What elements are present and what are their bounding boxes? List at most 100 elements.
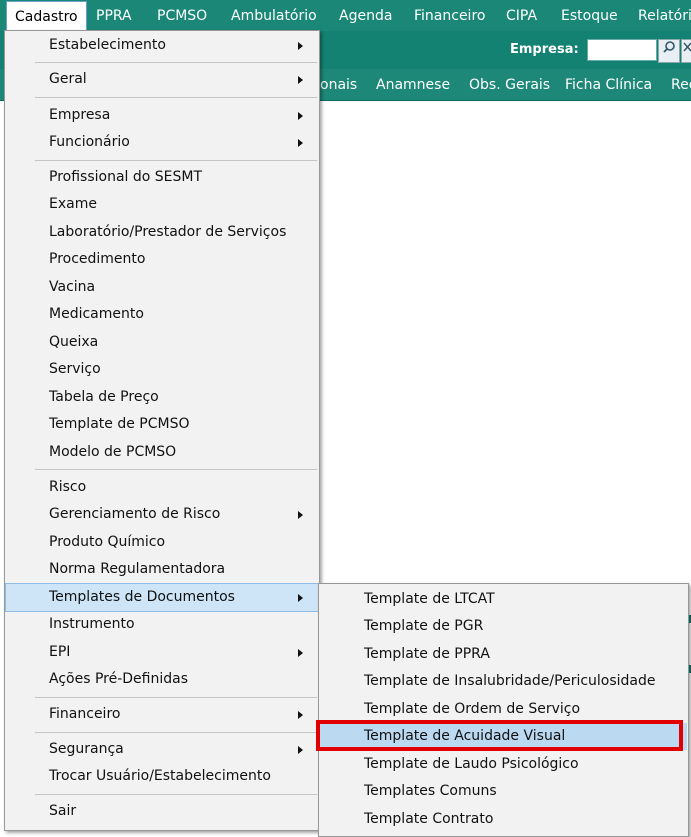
menu-item-label: Trocar Usuário/Estabelecimento (49, 768, 271, 784)
menu-item-label: Template de PCMSO (49, 416, 190, 432)
submenu-item-template-contrato[interactable]: Template Contrato (320, 806, 687, 833)
menu-item-empresa[interactable]: Empresa (6, 102, 318, 129)
menu-item-exame[interactable]: Exame (6, 191, 318, 218)
tab-ocupacionais[interactable]: onais (320, 69, 357, 100)
menu-item-label: Empresa (49, 107, 111, 123)
submenu-item-ordem-servico[interactable]: Template de Ordem de Serviço (320, 696, 687, 723)
submenu-arrow-icon (298, 594, 303, 602)
submenu-item-label: Template de LTCAT (364, 591, 495, 607)
submenu-arrow-icon (298, 139, 303, 147)
menubar-financeiro[interactable]: Financeiro (414, 0, 485, 31)
menu-item-modelo-pcmso[interactable]: Modelo de PCMSO (6, 439, 318, 466)
empresa-label: Empresa: (510, 42, 579, 57)
menubar-agenda[interactable]: Agenda (339, 0, 392, 31)
submenu-item-acuidade-visual[interactable]: Template de Acuidade Visual (320, 723, 687, 750)
tab-rec[interactable]: Rec (671, 69, 691, 100)
menu-item-label: EPI (49, 644, 71, 660)
cadastro-dropdown-menu: Estabelecimento Geral Empresa Funcionári… (4, 30, 320, 831)
menu-separator (35, 732, 317, 733)
tab-anamnese[interactable]: Anamnese (376, 69, 450, 100)
menu-item-funcionario[interactable]: Funcionário (6, 129, 318, 156)
menubar-cadastro[interactable]: Cadastro (6, 1, 87, 32)
menu-separator (35, 697, 317, 698)
menu-item-label: Procedimento (49, 251, 146, 267)
menu-separator (35, 794, 317, 795)
menu-item-label: Geral (49, 71, 87, 87)
submenu-item-label: Template de Acuidade Visual (364, 728, 566, 744)
search-icon[interactable] (658, 39, 680, 63)
x-icon[interactable] (681, 39, 691, 63)
menu-item-epi[interactable]: EPI (6, 639, 318, 666)
menu-item-profissional-sesmt[interactable]: Profissional do SESMT (6, 164, 318, 191)
menu-item-label: Financeiro (49, 706, 121, 722)
menu-item-gerenciamento-risco[interactable]: Gerenciamento de Risco (6, 501, 318, 528)
menu-item-label: Exame (49, 196, 97, 212)
menu-item-label: Serviço (49, 361, 101, 377)
submenu-item-label: Template de PGR (364, 618, 484, 634)
submenu-arrow-icon (298, 649, 303, 657)
submenu-item-ltcat[interactable]: Template de LTCAT (320, 586, 687, 613)
menu-separator (35, 469, 317, 470)
submenu-arrow-icon (298, 76, 303, 84)
menu-item-produto-quimico[interactable]: Produto Químico (6, 529, 318, 556)
menu-item-sair[interactable]: Sair (6, 798, 318, 825)
tab-ficha-clinica[interactable]: Ficha Clínica (565, 69, 652, 100)
menu-item-risco[interactable]: Risco (6, 474, 318, 501)
menubar-ambulatorio[interactable]: Ambulatório (231, 0, 317, 31)
menu-item-tabela-preco[interactable]: Tabela de Preço (6, 384, 318, 411)
submenu-item-label: Template de Ordem de Serviço (364, 701, 581, 717)
menubar-relatorio[interactable]: Relatório (638, 0, 691, 31)
submenu-item-laudo-psicologico[interactable]: Template de Laudo Psicológico (320, 751, 687, 778)
menu-item-procedimento[interactable]: Procedimento (6, 246, 318, 273)
menu-item-vacina[interactable]: Vacina (6, 274, 318, 301)
menu-item-geral[interactable]: Geral (6, 66, 318, 93)
menu-item-label: Estabelecimento (49, 37, 166, 53)
submenu-arrow-icon (298, 711, 303, 719)
menu-item-label: Tabela de Preço (49, 389, 159, 405)
submenu-item-templates-comuns[interactable]: Templates Comuns (320, 778, 687, 805)
menubar-cipa[interactable]: CIPA (506, 0, 537, 31)
menu-item-label: Sair (49, 803, 77, 819)
menu-item-servico[interactable]: Serviço (6, 356, 318, 383)
menubar-estoque[interactable]: Estoque (561, 0, 618, 31)
menu-item-acoes-pre-definidas[interactable]: Ações Pré-Definidas (6, 666, 318, 693)
menu-item-label: Ações Pré-Definidas (49, 671, 188, 687)
menu-item-medicamento[interactable]: Medicamento (6, 301, 318, 328)
menu-item-label: Funcionário (49, 134, 130, 150)
menu-separator (35, 97, 317, 98)
submenu-item-label: Template de Insalubridade/Periculosidade (364, 673, 656, 689)
menubar-pcmso[interactable]: PCMSO (157, 0, 207, 31)
menu-item-trocar-usuario[interactable]: Trocar Usuário/Estabelecimento (6, 763, 318, 790)
submenu-item-label: Template de PPRA (364, 646, 490, 662)
menu-item-templates-documentos[interactable]: Templates de Documentos (5, 583, 319, 612)
submenu-arrow-icon (298, 112, 303, 120)
submenu-item-label: Template de Laudo Psicológico (364, 756, 579, 772)
menu-item-instrumento[interactable]: Instrumento (6, 611, 318, 638)
submenu-arrow-icon (298, 42, 303, 50)
menubar-ppra[interactable]: PPRA (96, 0, 132, 31)
submenu-item-label: Template Contrato (364, 811, 494, 827)
menu-item-norma-regulamentadora[interactable]: Norma Regulamentadora (6, 556, 318, 583)
menu-item-template-pcmso[interactable]: Template de PCMSO (6, 411, 318, 438)
menu-item-label: Segurança (49, 741, 124, 757)
menu-item-queixa[interactable]: Queixa (6, 329, 318, 356)
menu-item-label: Risco (49, 479, 87, 495)
submenu-item-label: Templates Comuns (364, 783, 497, 799)
menu-item-label: Medicamento (49, 306, 144, 322)
menu-separator (35, 62, 317, 63)
menu-separator (35, 160, 317, 161)
submenu-item-ppra[interactable]: Template de PPRA (320, 641, 687, 668)
menu-item-financeiro[interactable]: Financeiro (6, 701, 318, 728)
submenu-arrow-icon (298, 511, 303, 519)
main-menubar: Cadastro PPRA PCMSO Ambulatório Agenda F… (0, 0, 691, 32)
menu-item-seguranca[interactable]: Segurança (6, 736, 318, 763)
templates-documentos-submenu: Template de LTCAT Template de PGR Templa… (318, 583, 689, 837)
submenu-item-pgr[interactable]: Template de PGR (320, 613, 687, 640)
empresa-input[interactable] (587, 39, 657, 61)
tab-obs-gerais[interactable]: Obs. Gerais (469, 69, 550, 100)
submenu-item-insalubridade[interactable]: Template de Insalubridade/Periculosidade (320, 668, 687, 695)
menu-item-laboratorio[interactable]: Laboratório/Prestador de Serviços (6, 219, 318, 246)
menu-item-label: Modelo de PCMSO (49, 444, 177, 460)
menu-item-estabelecimento[interactable]: Estabelecimento (6, 32, 318, 59)
menu-item-label: Profissional do SESMT (49, 169, 203, 185)
